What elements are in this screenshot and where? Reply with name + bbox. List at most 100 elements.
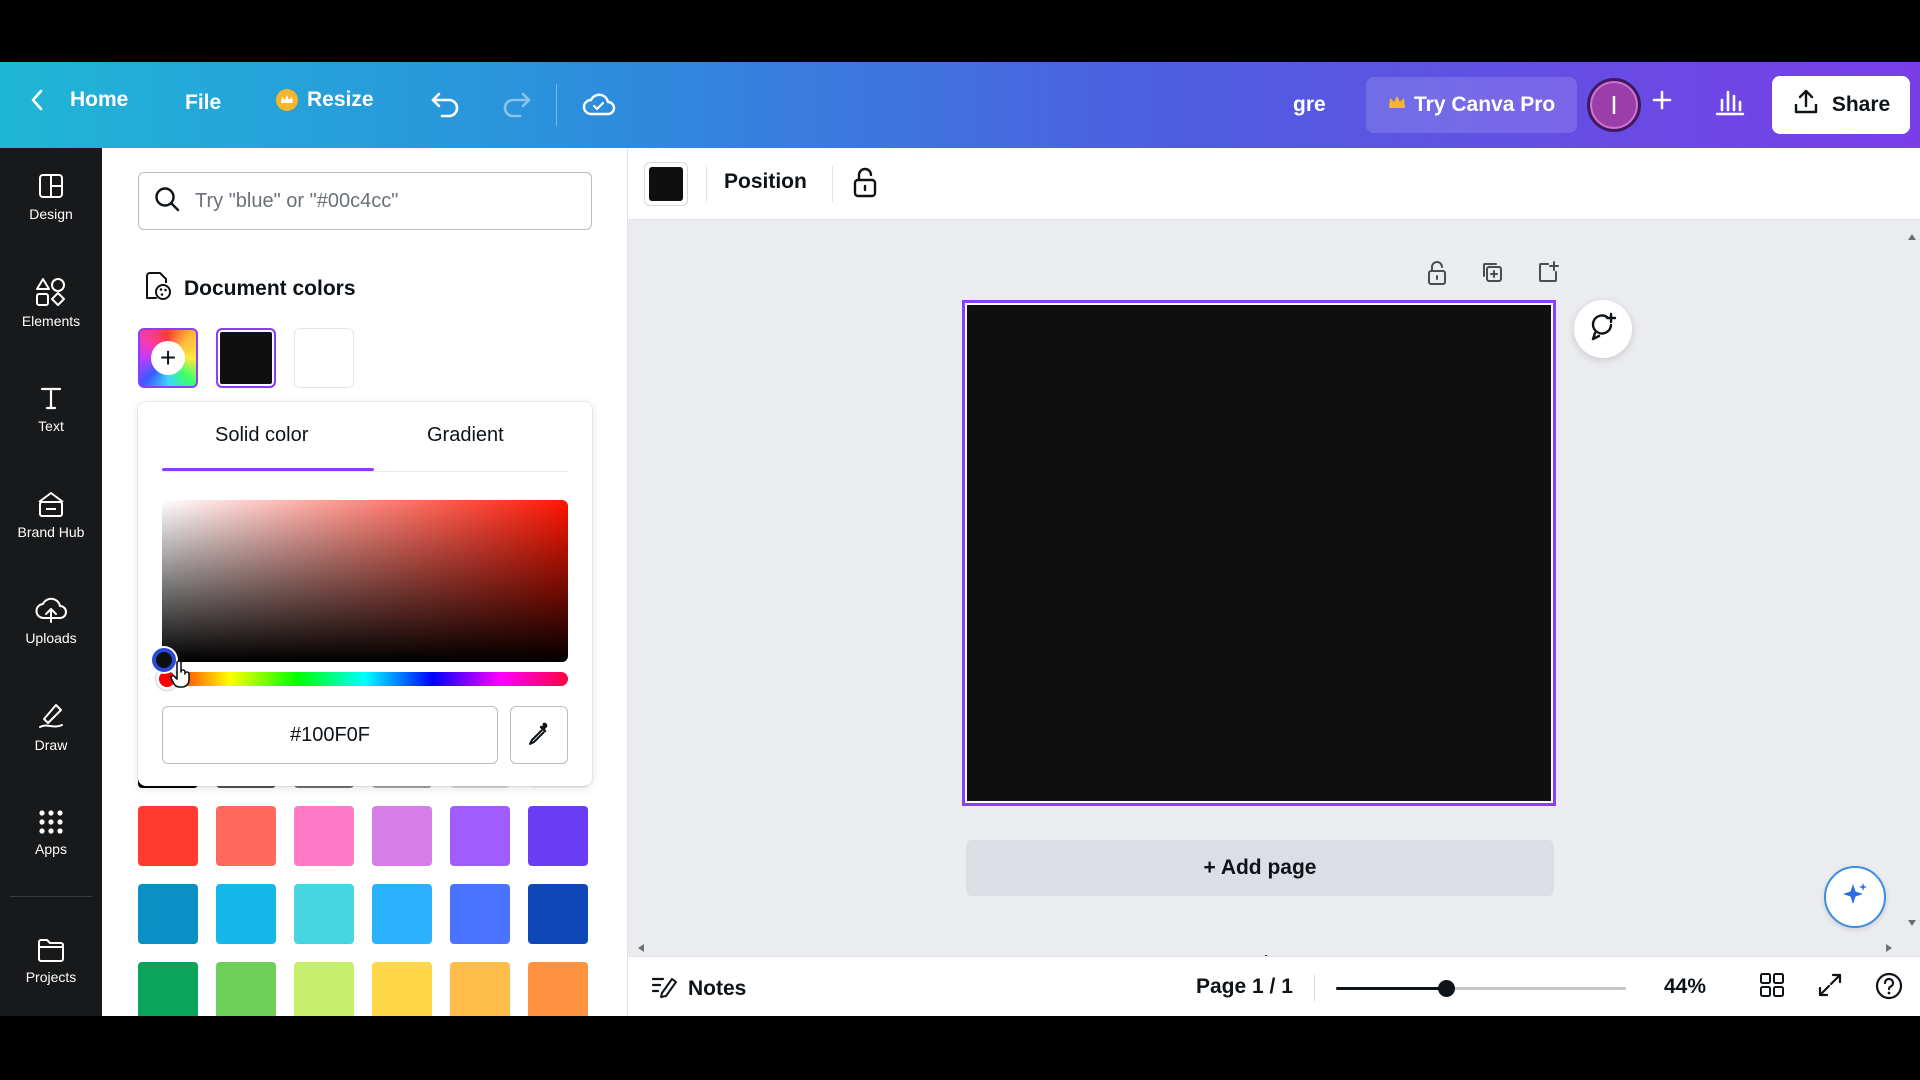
color-swatch[interactable]: [138, 962, 198, 1016]
projects-icon: [36, 937, 66, 963]
search-icon: [153, 185, 181, 218]
help-button[interactable]: [1874, 971, 1904, 1006]
insights-button[interactable]: [1714, 86, 1746, 116]
text-icon: [37, 384, 65, 412]
redo-icon: [500, 90, 532, 118]
share-button[interactable]: Share: [1772, 76, 1910, 134]
rail-label: Elements: [21, 313, 81, 329]
rail-item-apps[interactable]: Apps: [0, 788, 102, 878]
design-title-text: gre: [1293, 93, 1326, 116]
color-swatch[interactable]: [294, 884, 354, 944]
search-input[interactable]: [195, 189, 575, 213]
add-page-icon[interactable]: [1536, 260, 1560, 291]
rail-item-draw[interactable]: Draw: [0, 682, 102, 772]
try-canva-pro-button[interactable]: Try Canva Pro: [1366, 77, 1578, 133]
sparkle-icon: [1840, 880, 1870, 915]
rail-item-text[interactable]: Text: [0, 364, 102, 454]
add-collaborator-button[interactable]: [1650, 88, 1674, 112]
color-search[interactable]: [138, 172, 592, 230]
undo-button[interactable]: [430, 90, 462, 118]
help-icon: [1874, 972, 1904, 1005]
rail-divider: [10, 896, 92, 897]
lock-button[interactable]: [850, 166, 880, 205]
footer-divider: [1314, 975, 1315, 1001]
rail-label: Brand Hub: [17, 524, 85, 540]
toolbar-divider: [706, 166, 707, 202]
color-swatch[interactable]: [216, 884, 276, 944]
color-swatch[interactable]: [528, 962, 588, 1016]
color-swatch[interactable]: [372, 962, 432, 1016]
zoom-slider[interactable]: [1336, 980, 1626, 997]
lock-page-icon[interactable]: [1426, 260, 1448, 291]
add-page-button[interactable]: + Add page: [966, 840, 1554, 896]
rail-item-elements[interactable]: Elements: [0, 258, 102, 348]
document-colors-row: +: [138, 328, 354, 388]
rail-item-design[interactable]: Design: [0, 152, 102, 242]
comment-button[interactable]: [1574, 300, 1632, 358]
plus-icon: +: [151, 341, 185, 375]
add-comment-icon: [1587, 311, 1619, 348]
crown-icon: [275, 88, 299, 112]
position-button[interactable]: Position: [724, 170, 807, 194]
hex-input[interactable]: #100F0F: [162, 706, 498, 764]
page-indicator[interactable]: Page 1 / 1: [1196, 975, 1293, 999]
file-label: File: [185, 91, 222, 114]
rail-label: Design: [29, 206, 73, 222]
tab-gradient[interactable]: Gradient: [427, 424, 504, 447]
rail-label: Draw: [34, 737, 68, 753]
saturation-value-area[interactable]: [162, 500, 568, 662]
document-color-swatch[interactable]: [216, 328, 276, 388]
color-swatch[interactable]: [216, 962, 276, 1016]
avatar-initial: I: [1610, 89, 1618, 120]
color-swatch[interactable]: [528, 884, 588, 944]
color-swatch[interactable]: [294, 806, 354, 866]
color-swatch[interactable]: [294, 962, 354, 1016]
grid-view-button[interactable]: [1758, 971, 1786, 1004]
notes-icon: [650, 973, 678, 1005]
color-swatch[interactable]: [138, 806, 198, 866]
rail-item-brand-hub[interactable]: Brand Hub: [0, 470, 102, 560]
color-swatch[interactable]: [372, 884, 432, 944]
magic-assistant-button[interactable]: [1824, 866, 1886, 928]
color-swatch[interactable]: [450, 884, 510, 944]
resize-button[interactable]: Resize: [275, 88, 374, 112]
document-colors-header: Document colors: [142, 270, 356, 308]
fullscreen-button[interactable]: [1816, 971, 1844, 1004]
zoom-slider-fill: [1336, 987, 1447, 990]
top-letterbox: [0, 0, 1920, 62]
design-title[interactable]: gre: [1293, 93, 1326, 117]
file-menu[interactable]: File: [185, 91, 221, 115]
redo-button[interactable]: [500, 90, 532, 118]
zoom-slider-thumb[interactable]: [1438, 980, 1456, 997]
cloud-save-button[interactable]: [582, 90, 616, 118]
home-button[interactable]: Home: [28, 88, 128, 112]
hue-slider[interactable]: [162, 672, 568, 686]
editor-area: Position + Add page Notes Page 1 / 1 44%: [628, 148, 1920, 1016]
side-rail: Design Elements Text Brand Hub Uploads D…: [0, 148, 102, 1016]
color-swatch[interactable]: [450, 806, 510, 866]
unlock-icon: [850, 167, 880, 204]
rail-item-projects[interactable]: Projects: [0, 916, 102, 1006]
fill-color-button[interactable]: [644, 162, 688, 206]
document-color-swatch[interactable]: [294, 328, 354, 388]
duplicate-page-icon[interactable]: [1480, 260, 1504, 291]
rail-item-uploads[interactable]: Uploads: [0, 576, 102, 666]
rail-label: Uploads: [25, 630, 77, 646]
color-swatch[interactable]: [216, 806, 276, 866]
color-swatch[interactable]: [450, 962, 510, 1016]
color-swatch[interactable]: [138, 884, 198, 944]
color-swatch[interactable]: [372, 806, 432, 866]
color-swatch[interactable]: [528, 806, 588, 866]
resize-label: Resize: [307, 88, 374, 111]
design-page[interactable]: [962, 300, 1556, 806]
hand-cursor-icon: [170, 660, 192, 693]
eyedropper-button[interactable]: [510, 706, 568, 764]
zoom-level[interactable]: 44%: [1664, 975, 1706, 999]
notes-button[interactable]: Notes: [650, 973, 746, 1005]
tab-solid-color[interactable]: Solid color: [215, 424, 308, 447]
avatar[interactable]: I: [1587, 78, 1641, 132]
add-color-button[interactable]: +: [138, 328, 198, 388]
header-bar: Home File Resize gre Try Canva Pro I Sha…: [0, 62, 1920, 148]
toolbar-divider: [832, 166, 833, 202]
vertical-scrollbar[interactable]: [1904, 220, 1920, 940]
